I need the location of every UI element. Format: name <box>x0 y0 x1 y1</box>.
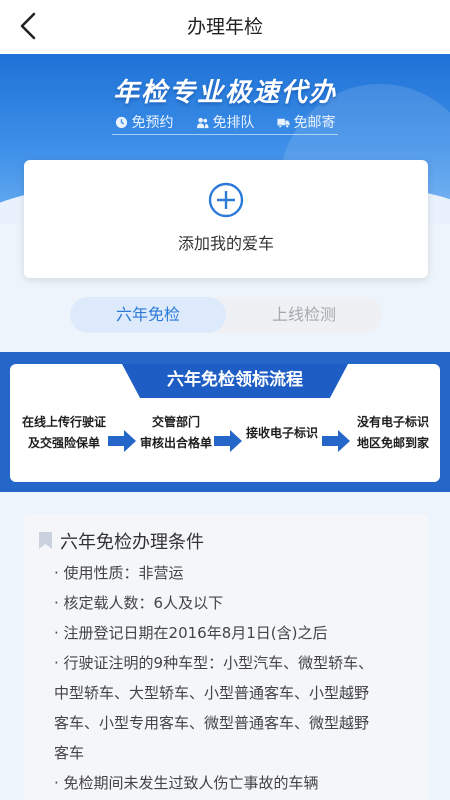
feature-label: 免排队 <box>212 115 255 131</box>
condition-item: · 使用性质：非营运 <box>54 564 184 582</box>
arrow-right-icon <box>322 430 350 452</box>
flow-step-1: 在线上传行驶证 及交强险保单 <box>20 412 108 454</box>
flow-step-line: 及交强险保单 <box>27 436 100 450</box>
arrow-right-icon <box>214 430 242 452</box>
bookmark-icon <box>39 532 52 549</box>
flow-step-3: 接收电子标识 <box>242 423 322 444</box>
feature-no-queue: 免排队 <box>196 112 255 132</box>
flow-step-line: 地区免邮到家 <box>356 436 429 450</box>
process-flow-inner: 六年免检领标流程 在线上传行驶证 及交强险保单 交管部门 审核出合格单 接收电子… <box>10 364 440 482</box>
flow-step-line: 接收电子标识 <box>245 426 318 440</box>
condition-item-continued: 客车 <box>54 744 85 762</box>
inspection-tabs: 六年免检 上线检测 <box>70 297 382 333</box>
flow-step-line: 交管部门 <box>151 415 200 429</box>
process-flow-title: 六年免检领标流程 <box>122 364 348 398</box>
condition-item-continued: 客车、小型专用客车、微型普通客车、微型越野 <box>54 714 370 732</box>
people-icon <box>196 117 209 128</box>
process-flow-panel: 六年免检领标流程 在线上传行驶证 及交强险保单 交管部门 审核出合格单 接收电子… <box>0 352 450 492</box>
page-title: 办理年检 <box>186 16 263 38</box>
tab-six-year-exempt[interactable]: 六年免检 <box>70 297 226 333</box>
flow-step-line: 没有电子标识 <box>356 415 429 429</box>
feature-no-appointment: 免预约 <box>115 112 174 132</box>
flow-step-2: 交管部门 审核出合格单 <box>136 412 216 454</box>
conditions-card: 六年免检办理条件 · 使用性质：非营运 · 核定载人数：6人及以下 · 注册登记… <box>24 514 428 800</box>
hero-slogan: 年检专业极速代办 <box>112 78 337 108</box>
plus-circle-icon <box>208 182 244 218</box>
feature-no-mail: 免邮寄 <box>276 112 336 132</box>
tab-online-inspection[interactable]: 上线检测 <box>226 297 382 333</box>
condition-item: · 行驶证注明的9种车型：小型汽车、微型轿车、 <box>54 654 374 672</box>
flow-step-line: 审核出合格单 <box>139 436 212 450</box>
condition-item-continued: 中型轿车、大型轿车、小型普通客车、小型越野 <box>54 684 370 702</box>
add-car-card[interactable]: 添加我的爱车 <box>24 160 428 278</box>
feature-list: 免预约 免排队 免邮寄 <box>0 112 450 132</box>
condition-item: · 核定载人数：6人及以下 <box>54 594 224 612</box>
feature-divider <box>112 134 338 135</box>
feature-label: 免预约 <box>131 115 174 131</box>
flow-step-4: 没有电子标识 地区免邮到家 <box>352 412 434 454</box>
add-car-label: 添加我的爱车 <box>177 234 274 253</box>
condition-item: · 注册登记日期在2016年8月1日(含)之后 <box>54 624 328 642</box>
top-bar: 办理年检 <box>0 0 450 52</box>
condition-item: · 免检期间未发生过致人伤亡事故的车辆 <box>54 774 319 792</box>
arrow-right-icon <box>108 430 136 452</box>
clock-icon <box>115 116 127 128</box>
feature-label: 免邮寄 <box>293 115 336 131</box>
truck-icon <box>276 118 290 128</box>
flow-step-line: 在线上传行驶证 <box>21 415 106 429</box>
conditions-title: 六年免检办理条件 <box>60 532 204 553</box>
